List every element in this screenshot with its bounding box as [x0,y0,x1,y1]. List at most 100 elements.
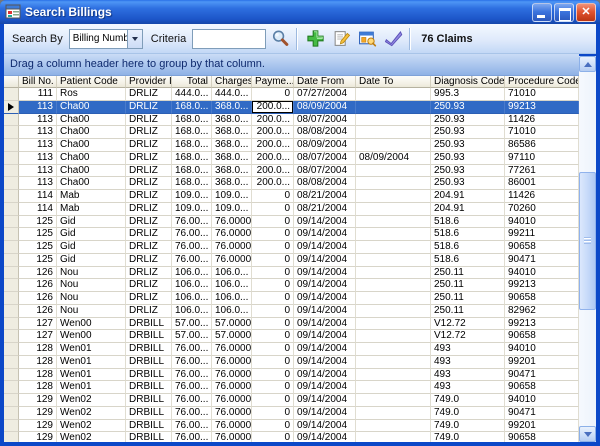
cell-bill_no[interactable]: 111 [19,88,57,101]
cell-diagnosis_code[interactable]: V12.72 [431,330,505,343]
cell-date_to[interactable] [356,305,431,318]
cell-date_to[interactable] [356,343,431,356]
vertical-scrollbar[interactable] [579,56,596,442]
cell-date_to[interactable] [356,420,431,433]
cell-patient_code[interactable]: Cha00 [57,139,126,152]
cell-payments[interactable]: 200.0... [252,139,294,152]
cell-date_from[interactable]: 09/14/2004 [294,279,356,292]
cell-procedure_code[interactable]: 11426 [505,190,579,203]
cell-provider_id[interactable]: DRBILL [126,394,172,407]
scroll-up-button[interactable] [579,56,596,72]
window-titlebar[interactable]: Search Billings ✕ [0,0,600,24]
cell-total[interactable]: 168.0... [172,101,212,114]
table-row[interactable]: 125GidDRLIZ76.00...76.0000009/14/2004518… [4,241,579,254]
cell-procedure_code[interactable]: 99211 [505,228,579,241]
cell-payments[interactable]: 0 [252,88,294,101]
cell-procedure_code[interactable]: 90471 [505,254,579,267]
cell-procedure_code[interactable]: 71010 [505,88,579,101]
cell-procedure_code[interactable]: 99201 [505,420,579,433]
cell-date_to[interactable] [356,254,431,267]
cell-patient_code[interactable]: Wen02 [57,420,126,433]
cell-payments[interactable]: 200.0... [252,114,294,127]
cell-diagnosis_code[interactable]: 493 [431,343,505,356]
cell-charges[interactable]: 109.0... [212,190,252,203]
cell-bill_no[interactable]: 127 [19,330,57,343]
cell-charges[interactable]: 109.0... [212,203,252,216]
cell-patient_code[interactable]: Mab [57,190,126,203]
cell-provider_id[interactable]: DRBILL [126,420,172,433]
cell-diagnosis_code[interactable]: 204.91 [431,190,505,203]
cell-diagnosis_code[interactable]: 250.93 [431,152,505,165]
edit-button[interactable] [329,27,353,51]
cell-provider_id[interactable]: DRBILL [126,330,172,343]
table-row[interactable]: 113Cha00DRLIZ168.0...368.0...200.0...08/… [4,139,579,152]
cell-patient_code[interactable]: Mab [57,203,126,216]
cell-charges[interactable]: 76.0000 [212,228,252,241]
cell-date_to[interactable] [356,216,431,229]
table-row[interactable]: 126NouDRLIZ106.0...106.0...009/14/200425… [4,292,579,305]
cell-date_to[interactable] [356,177,431,190]
table-row[interactable]: 113Cha00DRLIZ168.0...368.0...200.0...08/… [4,114,579,127]
cell-date_to[interactable] [356,139,431,152]
cell-date_from[interactable]: 09/14/2004 [294,343,356,356]
cell-charges[interactable]: 76.0000 [212,432,252,442]
cell-charges[interactable]: 368.0... [212,126,252,139]
minimize-button[interactable] [532,3,552,22]
cell-total[interactable]: 106.0... [172,279,212,292]
table-row[interactable]: 113Cha00DRLIZ168.0...368.0...200.0...08/… [4,152,579,165]
cell-bill_no[interactable]: 125 [19,254,57,267]
cell-payments[interactable]: 0 [252,203,294,216]
cell-patient_code[interactable]: Cha00 [57,114,126,127]
cell-patient_code[interactable]: Gid [57,216,126,229]
cell-payments[interactable]: 0 [252,330,294,343]
cell-date_from[interactable]: 09/14/2004 [294,432,356,442]
group-by-bar[interactable]: Drag a column header here to group by th… [4,54,579,76]
table-row[interactable]: 127Wen00DRBILL57.00...57.0000009/14/2004… [4,330,579,343]
cell-charges[interactable]: 76.0000 [212,420,252,433]
cell-total[interactable]: 76.00... [172,356,212,369]
cell-date_to[interactable] [356,88,431,101]
cell-bill_no[interactable]: 125 [19,216,57,229]
cell-payments[interactable]: 200.0... [252,126,294,139]
cell-date_to[interactable] [356,394,431,407]
cell-date_from[interactable]: 09/14/2004 [294,305,356,318]
cell-provider_id[interactable]: DRLIZ [126,126,172,139]
table-row[interactable]: 126NouDRLIZ106.0...106.0...009/14/200425… [4,267,579,280]
cell-procedure_code[interactable]: 99213 [505,101,579,114]
cell-payments[interactable]: 0 [252,254,294,267]
cell-date_from[interactable]: 09/14/2004 [294,381,356,394]
cell-diagnosis_code[interactable]: 995.3 [431,88,505,101]
cell-charges[interactable]: 57.0000 [212,330,252,343]
cell-total[interactable]: 106.0... [172,292,212,305]
cell-provider_id[interactable]: DRBILL [126,343,172,356]
cell-patient_code[interactable]: Wen02 [57,394,126,407]
cell-payments[interactable]: 0 [252,394,294,407]
cell-diagnosis_code[interactable]: 250.93 [431,126,505,139]
cell-provider_id[interactable]: DRLIZ [126,228,172,241]
cell-date_to[interactable]: 08/09/2004 [356,152,431,165]
cell-procedure_code[interactable]: 90658 [505,432,579,442]
cell-total[interactable]: 76.00... [172,407,212,420]
cell-provider_id[interactable]: DRBILL [126,318,172,331]
table-row[interactable]: 114MabDRLIZ109.0...109.0...008/21/200420… [4,190,579,203]
cell-charges[interactable]: 76.0000 [212,241,252,254]
table-row[interactable]: 129Wen02DRBILL76.00...76.0000009/14/2004… [4,407,579,420]
add-button[interactable] [303,27,327,51]
cell-date_from[interactable]: 09/14/2004 [294,267,356,280]
cell-charges[interactable]: 368.0... [212,152,252,165]
cell-provider_id[interactable]: DRBILL [126,432,172,442]
cell-payments[interactable]: 0 [252,241,294,254]
cell-charges[interactable]: 368.0... [212,177,252,190]
cell-date_to[interactable] [356,241,431,254]
cell-payments[interactable]: 0 [252,420,294,433]
cell-diagnosis_code[interactable]: 204.91 [431,203,505,216]
cell-diagnosis_code[interactable]: 749.0 [431,420,505,433]
cell-date_to[interactable] [356,190,431,203]
cell-diagnosis_code[interactable]: 518.6 [431,216,505,229]
cell-bill_no[interactable]: 129 [19,407,57,420]
cell-date_from[interactable]: 08/07/2004 [294,165,356,178]
column-header-patient_code[interactable]: Patient Code [57,76,126,88]
cell-charges[interactable]: 106.0... [212,267,252,280]
cell-diagnosis_code[interactable]: 493 [431,381,505,394]
cell-payments[interactable]: 0 [252,343,294,356]
